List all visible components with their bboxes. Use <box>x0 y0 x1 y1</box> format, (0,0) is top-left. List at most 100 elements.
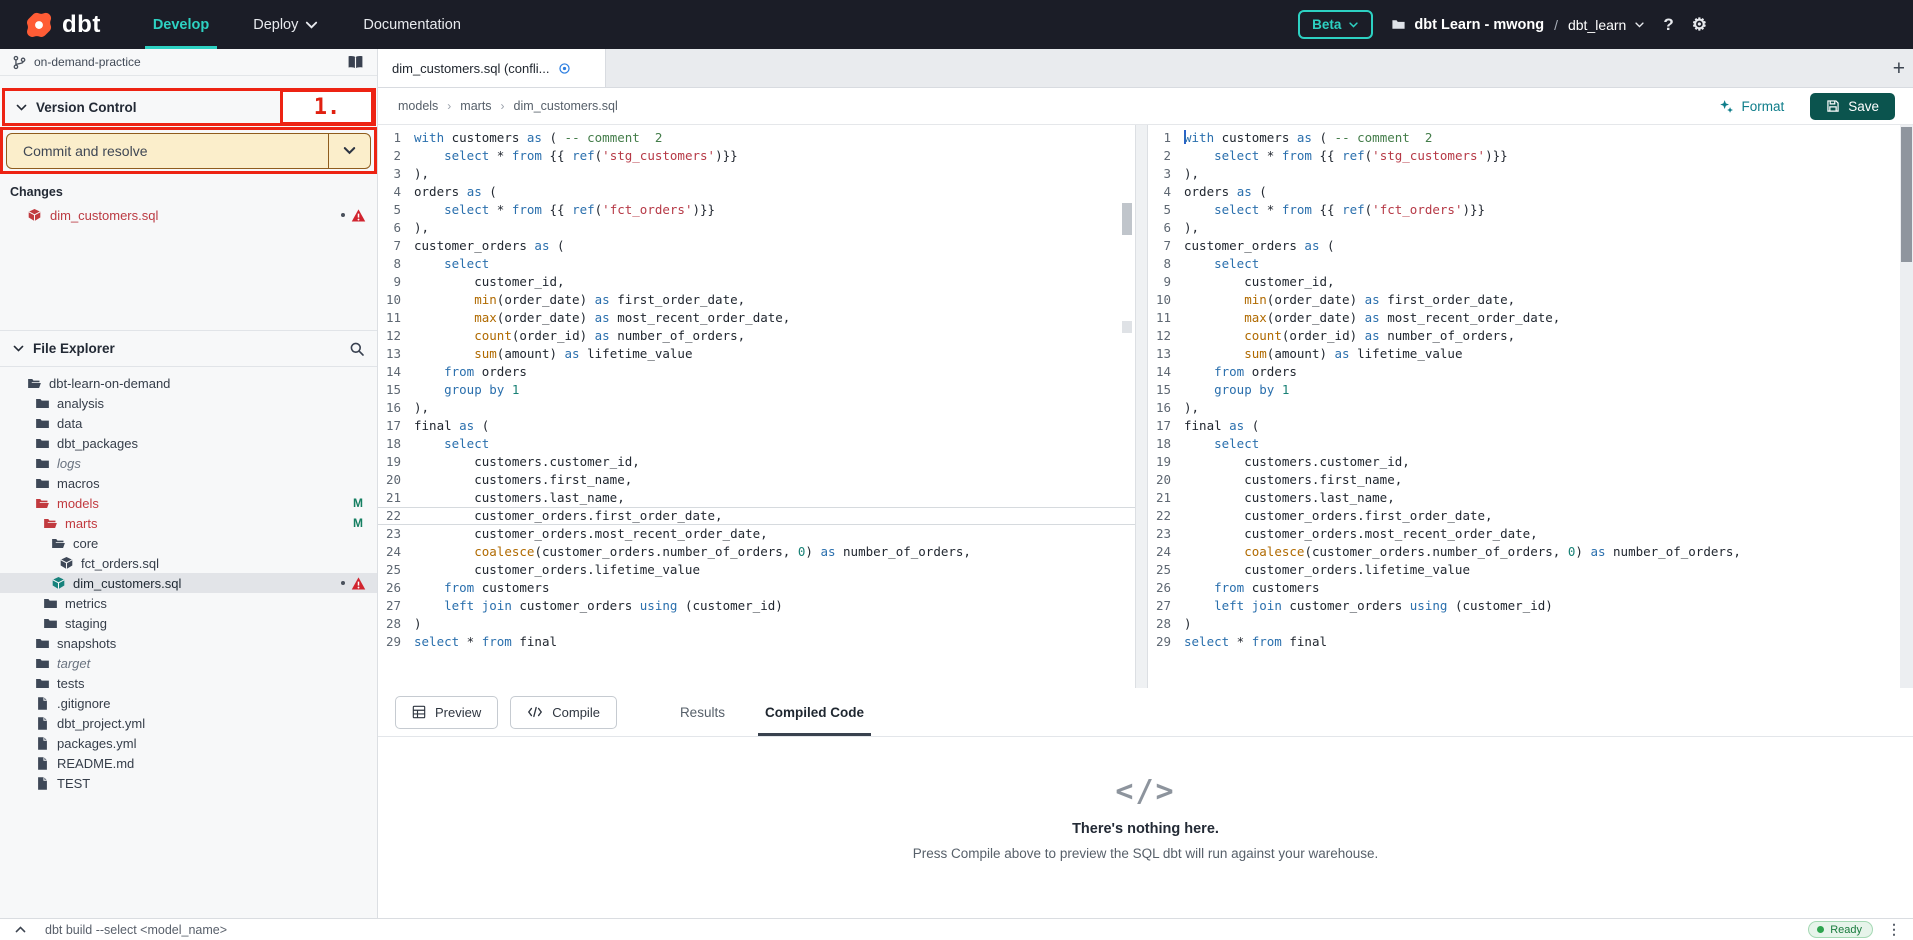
commit-button-label[interactable]: Commit and resolve <box>7 143 328 159</box>
kebab-menu-icon[interactable]: ⋮ <box>1887 921 1901 938</box>
tree-item-data[interactable]: data <box>0 413 377 433</box>
code-line[interactable]: 21 customers.last_name, <box>378 489 1135 507</box>
code-line[interactable]: 13 sum(amount) as lifetime_value <box>1148 345 1913 363</box>
breadcrumb-segment[interactable]: models <box>398 99 438 113</box>
code-line[interactable]: 11 max(order_date) as most_recent_order_… <box>1148 309 1913 327</box>
code-line[interactable]: 3), <box>378 165 1135 183</box>
code-line[interactable]: 12 count(order_id) as number_of_orders, <box>1148 327 1913 345</box>
code-line[interactable]: 5 select * from {{ ref('fct_orders')}} <box>378 201 1135 219</box>
code-line[interactable]: 3), <box>1148 165 1913 183</box>
nav-item-documentation[interactable]: Documentation <box>341 0 483 49</box>
chevron-down-icon[interactable] <box>12 342 25 355</box>
tree-item-tests[interactable]: tests <box>0 673 377 693</box>
code-line[interactable]: 13 sum(amount) as lifetime_value <box>378 345 1135 363</box>
tree-item-core[interactable]: core <box>0 533 377 553</box>
code-line[interactable]: 12 count(order_id) as number_of_orders, <box>378 327 1135 345</box>
code-line[interactable]: 4orders as ( <box>378 183 1135 201</box>
editor-pane-left[interactable]: 1with customers as ( -- comment 22 selec… <box>378 125 1135 688</box>
code-line[interactable]: 15 group by 1 <box>378 381 1135 399</box>
code-line[interactable]: 19 customers.customer_id, <box>1148 453 1913 471</box>
code-line[interactable]: 8 select <box>1148 255 1913 273</box>
project-selector[interactable]: dbt Learn - mwong / dbt_learn <box>1391 17 1645 33</box>
tree-item-dbt_packages[interactable]: dbt_packages <box>0 433 377 453</box>
tree-item-.gitignore[interactable]: .gitignore <box>0 693 377 713</box>
tree-item-fct_orders.sql[interactable]: fct_orders.sql <box>0 553 377 573</box>
code-line[interactable]: 28) <box>1148 615 1913 633</box>
file-explorer-title[interactable]: File Explorer <box>33 341 115 356</box>
code-line[interactable]: 29select * from final <box>378 633 1135 651</box>
code-line[interactable]: 27 left join customer_orders using (cust… <box>1148 597 1913 615</box>
left-pane-scrollbar[interactable] <box>1121 125 1133 688</box>
right-pane-scrollbar[interactable] <box>1900 125 1913 688</box>
code-line[interactable]: 24 coalesce(customer_orders.number_of_or… <box>1148 543 1913 561</box>
results-tab-results[interactable]: Results <box>667 688 738 736</box>
code-line[interactable]: 17final as ( <box>1148 417 1913 435</box>
code-line[interactable]: 1with customers as ( -- comment 2 <box>378 129 1135 147</box>
tree-item-snapshots[interactable]: snapshots <box>0 633 377 653</box>
code-line[interactable]: 20 customers.first_name, <box>378 471 1135 489</box>
help-icon[interactable]: ? <box>1663 16 1673 33</box>
code-line[interactable]: 10 min(order_date) as first_order_date, <box>378 291 1135 309</box>
code-line[interactable]: 25 customer_orders.lifetime_value <box>378 561 1135 579</box>
code-line[interactable]: 25 customer_orders.lifetime_value <box>1148 561 1913 579</box>
code-line[interactable]: 1with customers as ( -- comment 2 <box>1148 129 1913 147</box>
code-line[interactable]: 28) <box>378 615 1135 633</box>
breadcrumb-segment[interactable]: marts <box>460 99 491 113</box>
nav-item-develop[interactable]: Develop <box>131 0 231 49</box>
tree-item-macros[interactable]: macros <box>0 473 377 493</box>
code-line[interactable]: 15 group by 1 <box>1148 381 1913 399</box>
code-line[interactable]: 14 from orders <box>378 363 1135 381</box>
code-line[interactable]: 22 customer_orders.first_order_date, <box>1148 507 1913 525</box>
chevron-down-icon[interactable] <box>15 101 28 114</box>
gear-icon[interactable]: ⚙ <box>1692 16 1707 33</box>
code-line[interactable]: 18 select <box>1148 435 1913 453</box>
code-line[interactable]: 8 select <box>378 255 1135 273</box>
tree-item-dim_customers.sql[interactable]: dim_customers.sql <box>0 573 377 593</box>
command-input[interactable]: dbt build --select <model_name> <box>45 923 227 937</box>
code-line[interactable]: 2 select * from {{ ref('stg_customers')}… <box>1148 147 1913 165</box>
commit-and-resolve-button[interactable]: Commit and resolve <box>6 133 371 169</box>
code-line[interactable]: 19 customers.customer_id, <box>378 453 1135 471</box>
tree-item-packages.yml[interactable]: packages.yml <box>0 733 377 753</box>
code-line[interactable]: 9 customer_id, <box>1148 273 1913 291</box>
code-line[interactable]: 9 customer_id, <box>378 273 1135 291</box>
code-line[interactable]: 24 coalesce(customer_orders.number_of_or… <box>378 543 1135 561</box>
format-button[interactable]: Format <box>1719 99 1784 114</box>
code-line[interactable]: 23 customer_orders.most_recent_order_dat… <box>378 525 1135 543</box>
breadcrumb-segment[interactable]: dim_customers.sql <box>514 99 618 113</box>
tree-item-metrics[interactable]: metrics <box>0 593 377 613</box>
save-button[interactable]: Save <box>1810 93 1895 120</box>
tree-item-analysis[interactable]: analysis <box>0 393 377 413</box>
dbt-logo[interactable]: dbt <box>24 10 101 40</box>
tree-item-logs[interactable]: logs <box>0 453 377 473</box>
editor-pane-right[interactable]: 1with customers as ( -- comment 22 selec… <box>1148 125 1913 688</box>
tree-item-models[interactable]: modelsM <box>0 493 377 513</box>
beta-dropdown[interactable]: Beta <box>1298 10 1373 39</box>
code-line[interactable]: 26 from customers <box>1148 579 1913 597</box>
version-control-title[interactable]: Version Control <box>36 100 137 115</box>
results-tab-compiled-code[interactable]: Compiled Code <box>752 688 877 736</box>
code-line[interactable]: 16), <box>378 399 1135 417</box>
commit-options-caret[interactable] <box>328 134 370 168</box>
pane-divider[interactable] <box>1135 125 1148 688</box>
code-line[interactable]: 26 from customers <box>378 579 1135 597</box>
code-line[interactable]: 6), <box>378 219 1135 237</box>
code-line[interactable]: 6), <box>1148 219 1913 237</box>
code-line[interactable]: 27 left join customer_orders using (cust… <box>378 597 1135 615</box>
tree-item-staging[interactable]: staging <box>0 613 377 633</box>
nav-item-deploy[interactable]: Deploy <box>231 0 341 49</box>
changed-file-dim_customers.sql[interactable]: dim_customers.sql <box>0 202 378 228</box>
tree-item-dbt_project.yml[interactable]: dbt_project.yml <box>0 713 377 733</box>
tree-item-marts[interactable]: martsM <box>0 513 377 533</box>
code-line[interactable]: 14 from orders <box>1148 363 1913 381</box>
code-line[interactable]: 20 customers.first_name, <box>1148 471 1913 489</box>
code-line[interactable]: 7customer_orders as ( <box>1148 237 1913 255</box>
code-line[interactable]: 18 select <box>378 435 1135 453</box>
code-line[interactable]: 5 select * from {{ ref('fct_orders')}} <box>1148 201 1913 219</box>
tree-item-TEST[interactable]: TEST <box>0 773 377 793</box>
chevron-up-icon[interactable] <box>14 923 27 936</box>
book-icon[interactable] <box>346 54 365 71</box>
code-line[interactable]: 4orders as ( <box>1148 183 1913 201</box>
tree-item-README.md[interactable]: README.md <box>0 753 377 773</box>
code-line[interactable]: 29select * from final <box>1148 633 1913 651</box>
